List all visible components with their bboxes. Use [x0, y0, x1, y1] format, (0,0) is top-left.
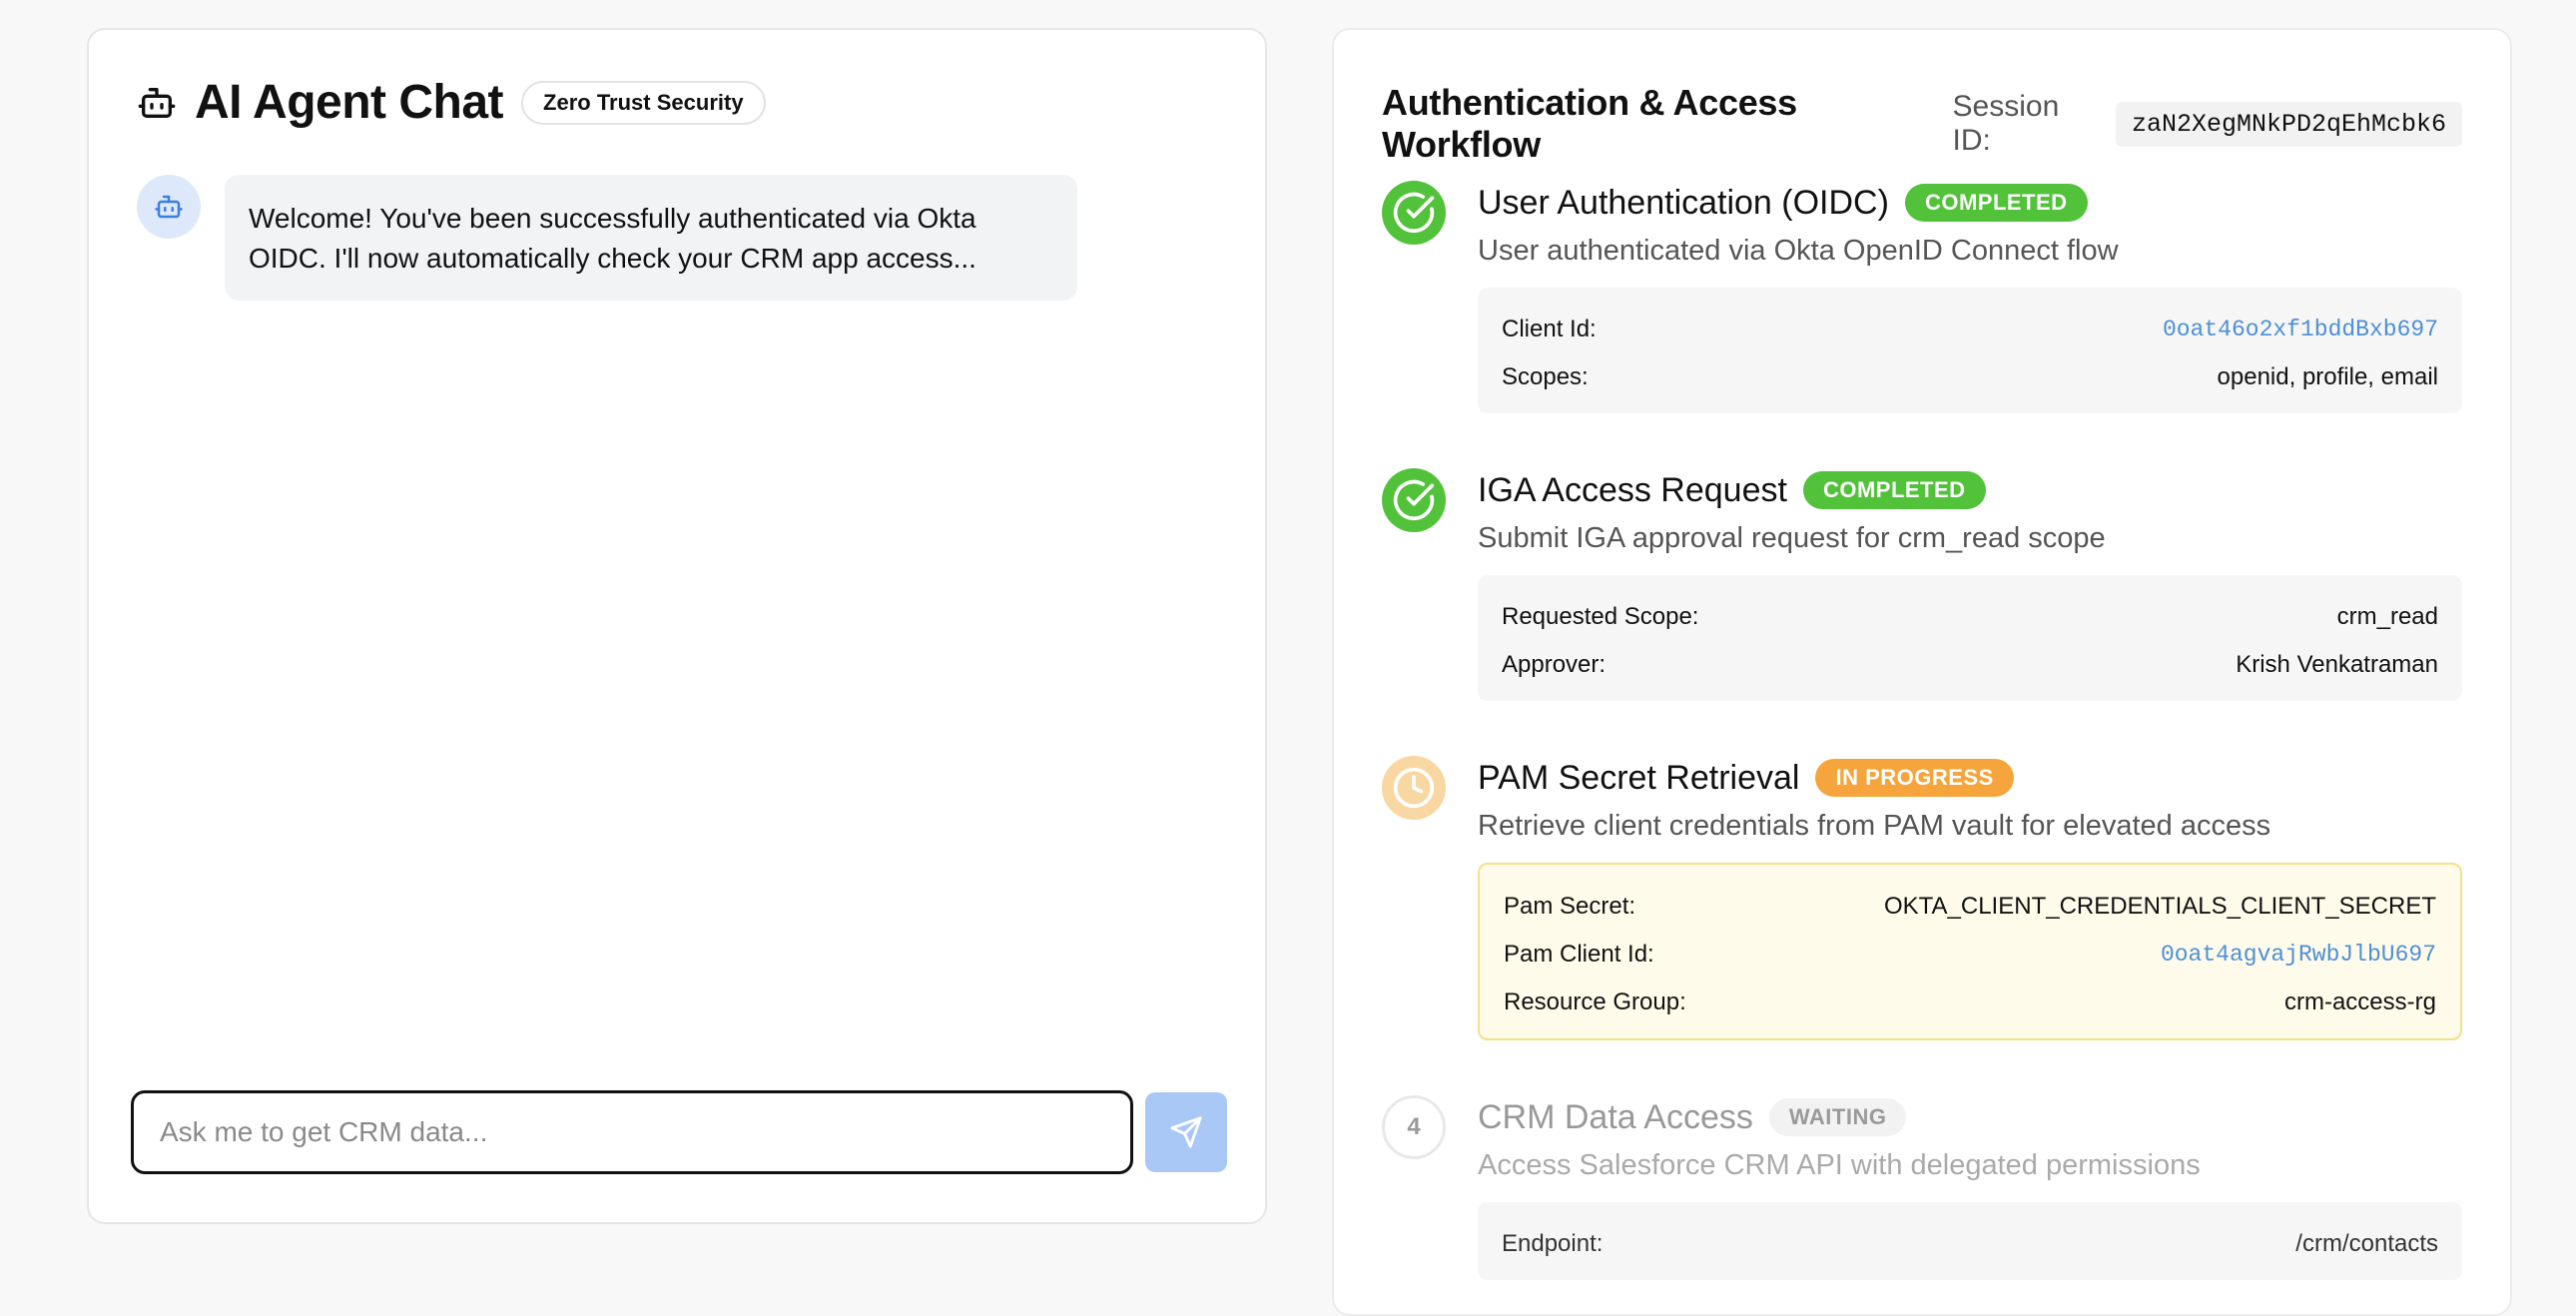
chat-message: Welcome! You've been successfully authen…	[137, 175, 1077, 301]
detail-key: Client Id:	[1502, 316, 1597, 342]
workflow-step-crm-data-access: 4 CRM Data Access WAITING Access Salesfo…	[1382, 1095, 2462, 1280]
workflow-header: Authentication & Access Workflow Session…	[1382, 82, 2462, 166]
step-details: Requested Scope: crm_read Approver: Kris…	[1478, 575, 2462, 701]
detail-row: Resource Group: crm-access-rg	[1504, 979, 2436, 1026]
step-details: Client Id: 0oat46o2xf1bddBxb697 Scopes: …	[1478, 288, 2462, 413]
step-details: Endpoint: /crm/contacts	[1478, 1202, 2462, 1280]
detail-value: openid, profile, email	[2217, 363, 2438, 390]
detail-key: Pam Client Id:	[1504, 941, 1654, 968]
detail-value: /crm/contacts	[2295, 1230, 2438, 1257]
status-badge: COMPLETED	[1904, 184, 2088, 222]
workflow-step-user-authentication: User Authentication (OIDC) COMPLETED Use…	[1382, 181, 2462, 413]
chat-panel: AI Agent Chat Zero Trust Security Welcom…	[87, 28, 1267, 1224]
detail-value: 0oat4agvajRwbJlbU697	[2160, 942, 2436, 968]
step-title: User Authentication (OIDC)	[1478, 183, 1889, 222]
status-badge: IN PROGRESS	[1815, 759, 2014, 797]
status-badge: COMPLETED	[1802, 471, 1986, 509]
step-title: PAM Secret Retrieval	[1478, 758, 1800, 797]
bot-icon	[155, 195, 183, 219]
step-details: Pam Secret: OKTA_CLIENT_CREDENTIALS_CLIE…	[1478, 863, 2462, 1040]
workflow-step-iga-access-request: IGA Access Request COMPLETED Submit IGA …	[1382, 468, 2462, 701]
security-badge: Zero Trust Security	[521, 80, 766, 125]
bot-icon	[137, 83, 177, 123]
step-description: Access Salesforce CRM API with delegated…	[1478, 1149, 2201, 1181]
step-description: User authenticated via Okta OpenID Conne…	[1478, 235, 2119, 267]
detail-key: Approver:	[1502, 651, 1607, 678]
chat-header: AI Agent Chat Zero Trust Security	[137, 75, 766, 130]
detail-value: crm-access-rg	[2283, 988, 2436, 1015]
workflow-title: Authentication & Access Workflow	[1382, 82, 1797, 165]
step-description: Retrieve client credentials from PAM vau…	[1478, 810, 2271, 842]
detail-value: OKTA_CLIENT_CREDENTIALS_CLIENT_SECRET	[1883, 893, 2436, 920]
clock-icon	[1382, 756, 1446, 820]
detail-key: Requested Scope:	[1502, 603, 1699, 630]
status-badge: WAITING	[1768, 1098, 1907, 1136]
chat-input[interactable]	[131, 1090, 1133, 1174]
detail-row: Client Id: 0oat46o2xf1bddBxb697	[1502, 306, 2438, 353]
check-circle-icon	[1382, 468, 1446, 532]
workflow-step-pam-secret-retrieval: PAM Secret Retrieval IN PROGRESS Retriev…	[1382, 756, 2462, 1040]
check-circle-icon	[1382, 181, 1446, 245]
detail-row: Scopes: openid, profile, email	[1502, 353, 2438, 401]
session-label: Session ID:	[1952, 90, 2060, 157]
detail-row: Pam Secret: OKTA_CLIENT_CREDENTIALS_CLIE…	[1504, 883, 2436, 931]
step-number-icon: 4	[1382, 1095, 1446, 1159]
chat-input-row	[131, 1090, 1227, 1174]
detail-value: Krish Venkatraman	[2236, 651, 2438, 678]
step-title: IGA Access Request	[1478, 470, 1787, 509]
send-icon	[1170, 1116, 1202, 1148]
detail-key: Scopes:	[1502, 363, 1589, 390]
step-description: Submit IGA approval request for crm_read…	[1478, 522, 2106, 554]
detail-key: Pam Secret:	[1504, 893, 1636, 920]
send-button[interactable]	[1145, 1092, 1227, 1172]
detail-key: Endpoint:	[1502, 1230, 1604, 1257]
detail-row: Approver: Krish Venkatraman	[1502, 641, 2438, 689]
session-id: zaN2XegMNkPD2qEhMcbk6	[2115, 101, 2462, 147]
detail-row: Requested Scope: crm_read	[1502, 593, 2438, 641]
detail-row: Endpoint: /crm/contacts	[1502, 1220, 2438, 1268]
step-title: CRM Data Access	[1478, 1097, 1753, 1136]
bot-avatar	[137, 175, 201, 239]
chat-title: AI Agent Chat	[195, 76, 504, 129]
message-bubble: Welcome! You've been successfully authen…	[225, 175, 1077, 301]
detail-row: Pam Client Id: 0oat4agvajRwbJlbU697	[1504, 931, 2436, 979]
detail-value: crm_read	[2336, 603, 2438, 630]
detail-key: Resource Group:	[1504, 988, 1686, 1015]
workflow-panel: Authentication & Access Workflow Session…	[1332, 28, 2512, 1316]
detail-value: 0oat46o2xf1bddBxb697	[2162, 317, 2438, 342]
